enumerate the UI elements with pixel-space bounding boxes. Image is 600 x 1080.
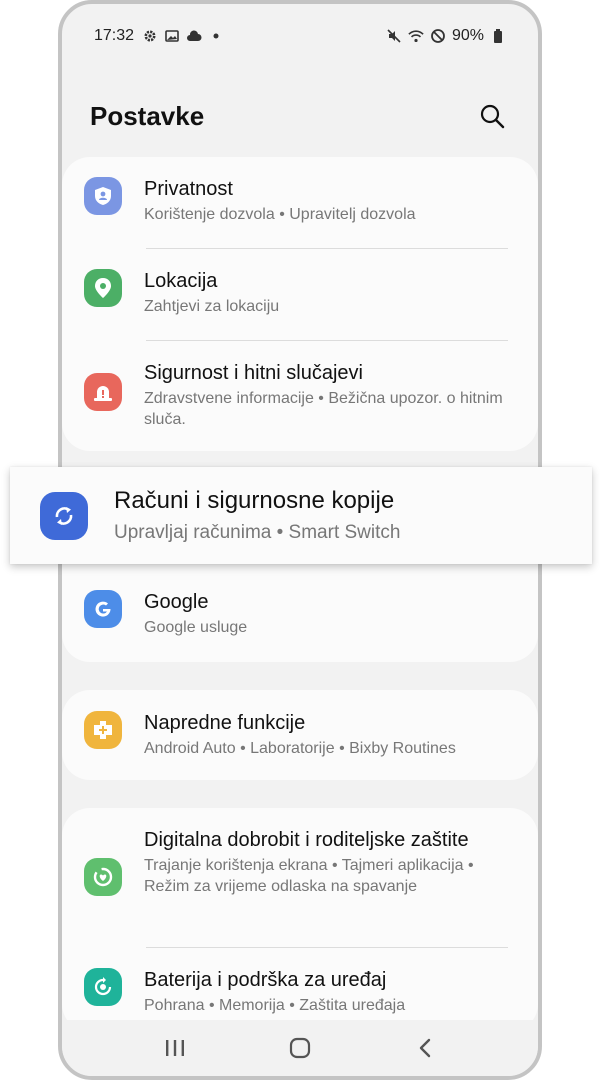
item-title: Google <box>144 591 209 613</box>
status-bar: 17:32 90% <box>62 20 538 52</box>
settings-card-privacy-group: Privatnost Korištenje dozvola • Upravite… <box>62 157 538 451</box>
item-title: Računi i sigurnosne kopije <box>114 487 395 514</box>
page-title: Postavke <box>90 100 205 131</box>
image-icon <box>164 28 180 44</box>
sync-arrows-icon <box>40 491 88 540</box>
item-subtitle: Google usluge <box>144 619 248 636</box>
item-subtitle: Korištenje dozvola • Upravitelj dozvola <box>144 206 416 223</box>
item-subtitle: Zdravstvene informacije • Bežična upozor… <box>144 390 503 428</box>
item-subtitle: Zahtjevi za lokaciju <box>144 298 280 315</box>
battery-percent: 90% <box>451 27 484 44</box>
gear-icon <box>142 28 158 44</box>
item-title: Napredne funkcije <box>144 712 306 734</box>
settings-item-napredne-funkcije[interactable]: Napredne funkcije Android Auto • Laborat… <box>62 690 538 780</box>
google-icon <box>84 590 122 628</box>
mute-vibrate-icon <box>386 28 402 44</box>
status-time: 17:32 <box>94 27 135 44</box>
home-icon[interactable] <box>280 1028 320 1068</box>
item-subtitle: Pohrana • Memorija • Zaštita uređaja <box>144 997 406 1014</box>
dot-icon <box>208 28 224 44</box>
item-subtitle: Trajanje korištenja ekrana • Tajmeri apl… <box>144 857 474 895</box>
digital-wellbeing-icon <box>84 858 122 896</box>
settings-item-lokacija[interactable]: Lokacija Zahtjevi za lokaciju <box>62 249 538 341</box>
navigation-bar <box>62 1020 538 1076</box>
advanced-features-icon <box>84 711 122 749</box>
shield-person-icon <box>84 177 122 215</box>
search-icon[interactable] <box>474 98 510 134</box>
item-title: Sigurnost i hitni slučajevi <box>144 362 363 384</box>
item-title: Lokacija <box>144 270 218 292</box>
wifi-icon <box>408 28 424 44</box>
device-care-icon <box>84 968 122 1006</box>
item-title: Privatnost <box>144 178 233 200</box>
settings-item-digitalna-dobrobit[interactable]: Digitalna dobrobit i roditeljske zaštite… <box>62 808 538 948</box>
cloud-icon <box>186 28 202 44</box>
emergency-alert-icon <box>84 373 122 411</box>
settings-card-advanced-group: Napredne funkcije Android Auto • Laborat… <box>62 690 538 780</box>
do-not-disturb-icon <box>430 28 446 44</box>
item-title: Baterija i podrška za uređaj <box>144 969 387 991</box>
settings-item-sigurnost[interactable]: Sigurnost i hitni slučajevi Zdravstvene … <box>62 341 538 451</box>
item-subtitle: Android Auto • Laboratorije • Bixby Rout… <box>144 740 456 757</box>
recent-apps-icon[interactable] <box>155 1028 195 1068</box>
item-subtitle: Upravljaj računima • Smart Switch <box>114 522 401 543</box>
settings-item-privatnost[interactable]: Privatnost Korištenje dozvola • Upravite… <box>62 157 538 249</box>
location-pin-icon <box>84 269 122 307</box>
battery-icon <box>490 28 506 44</box>
settings-item-google[interactable]: Google Google usluge <box>62 590 538 650</box>
item-title: Digitalna dobrobit i roditeljske zaštite <box>144 829 469 851</box>
settings-card-wellbeing-group: Digitalna dobrobit i roditeljske zaštite… <box>62 808 538 1032</box>
back-icon[interactable] <box>405 1028 445 1068</box>
header: Postavke <box>90 96 510 136</box>
settings-item-racuni-highlighted[interactable]: Računi i sigurnosne kopije Upravljaj rač… <box>10 467 592 564</box>
